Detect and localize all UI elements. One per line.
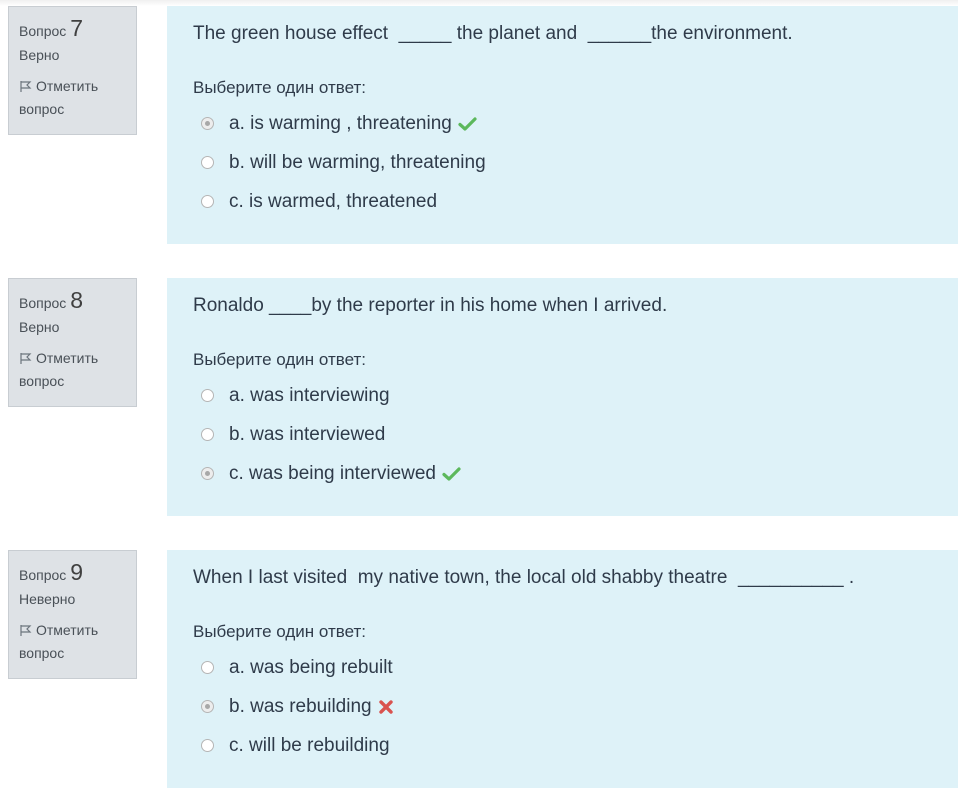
answer-option-a[interactable]: a. is warming , threatening — [193, 104, 932, 143]
answer-list: a. is warming , threatening b. will be w… — [193, 104, 932, 221]
check-icon — [442, 466, 461, 482]
question-content: The green house effect _____ the planet … — [167, 6, 958, 244]
question-text: Ronaldo ____by the reporter in his home … — [193, 295, 668, 316]
answer-label: a. was interviewing — [229, 384, 390, 406]
question-number-line: Вопрос 8 — [19, 287, 126, 315]
radio-button[interactable] — [201, 739, 214, 752]
question-number: 8 — [70, 287, 84, 313]
answer-option-b[interactable]: b. will be warming, threatening — [193, 143, 932, 182]
question-state: Верно — [19, 319, 60, 335]
question-label: Вопрос — [19, 295, 67, 311]
question-info-panel: Вопрос 8 Верно Отметить вопрос — [8, 278, 137, 407]
answer-label: b. will be warming, threatening — [229, 151, 486, 173]
question-label: Вопрос — [19, 567, 67, 583]
answer-option-a[interactable]: a. was being rebuilt — [193, 648, 932, 687]
answer-label: a. was being rebuilt — [229, 656, 393, 678]
flag-question-button[interactable]: Отметить вопрос — [19, 75, 126, 121]
answer-label: b. was interviewed — [229, 423, 386, 445]
question-content: When I last visited my native town, the … — [167, 550, 958, 788]
answer-prompt: Выберите один ответ: — [193, 622, 366, 641]
answer-option-c[interactable]: c. was being interviewed — [193, 454, 932, 493]
question-state: Верно — [19, 47, 60, 63]
flag-question-button[interactable]: Отметить вопрос — [19, 619, 126, 665]
answer-option-c[interactable]: c. is warmed, threatened — [193, 182, 932, 221]
answer-label: c. will be rebuilding — [229, 734, 390, 756]
answer-option-b[interactable]: b. was interviewed — [193, 415, 932, 454]
answer-option-c[interactable]: c. will be rebuilding — [193, 726, 932, 765]
radio-button[interactable] — [201, 700, 214, 713]
flag-icon — [20, 81, 32, 92]
radio-button[interactable] — [201, 661, 214, 674]
question-text: The green house effect _____ the planet … — [193, 23, 793, 44]
check-icon — [458, 116, 477, 132]
answer-prompt: Выберите один ответ: — [193, 78, 366, 97]
answer-label: c. was being interviewed — [229, 462, 436, 484]
flag-icon — [20, 353, 32, 364]
flag-icon — [20, 625, 32, 636]
radio-button[interactable] — [201, 467, 214, 480]
answer-label: b. was rebuilding — [229, 695, 372, 717]
question-number: 7 — [70, 15, 84, 41]
question-number: 9 — [70, 559, 84, 585]
answer-prompt: Выберите один ответ: — [193, 350, 366, 369]
radio-button[interactable] — [201, 156, 214, 169]
question-number-line: Вопрос 9 — [19, 559, 126, 587]
answer-label: a. is warming , threatening — [229, 112, 452, 134]
question-text: When I last visited my native town, the … — [193, 567, 855, 588]
question-label: Вопрос — [19, 23, 67, 39]
answer-option-b[interactable]: b. was rebuilding — [193, 687, 932, 726]
cross-icon — [378, 699, 394, 715]
flag-question-button[interactable]: Отметить вопрос — [19, 347, 126, 393]
question-content: Ronaldo ____by the reporter in his home … — [167, 278, 958, 516]
question-info-panel: Вопрос 9 Неверно Отметить вопрос — [8, 550, 137, 679]
answer-option-a[interactable]: a. was interviewing — [193, 376, 932, 415]
question-info-panel: Вопрос 7 Верно Отметить вопрос — [8, 6, 137, 135]
question-number-line: Вопрос 7 — [19, 15, 126, 43]
radio-button[interactable] — [201, 428, 214, 441]
answer-list: a. was interviewing b. was interviewed c… — [193, 376, 932, 493]
question-state: Неверно — [19, 591, 76, 607]
radio-button[interactable] — [201, 389, 214, 402]
radio-button[interactable] — [201, 117, 214, 130]
answer-list: a. was being rebuilt b. was rebuilding c… — [193, 648, 932, 765]
radio-button[interactable] — [201, 195, 214, 208]
answer-label: c. is warmed, threatened — [229, 190, 438, 212]
